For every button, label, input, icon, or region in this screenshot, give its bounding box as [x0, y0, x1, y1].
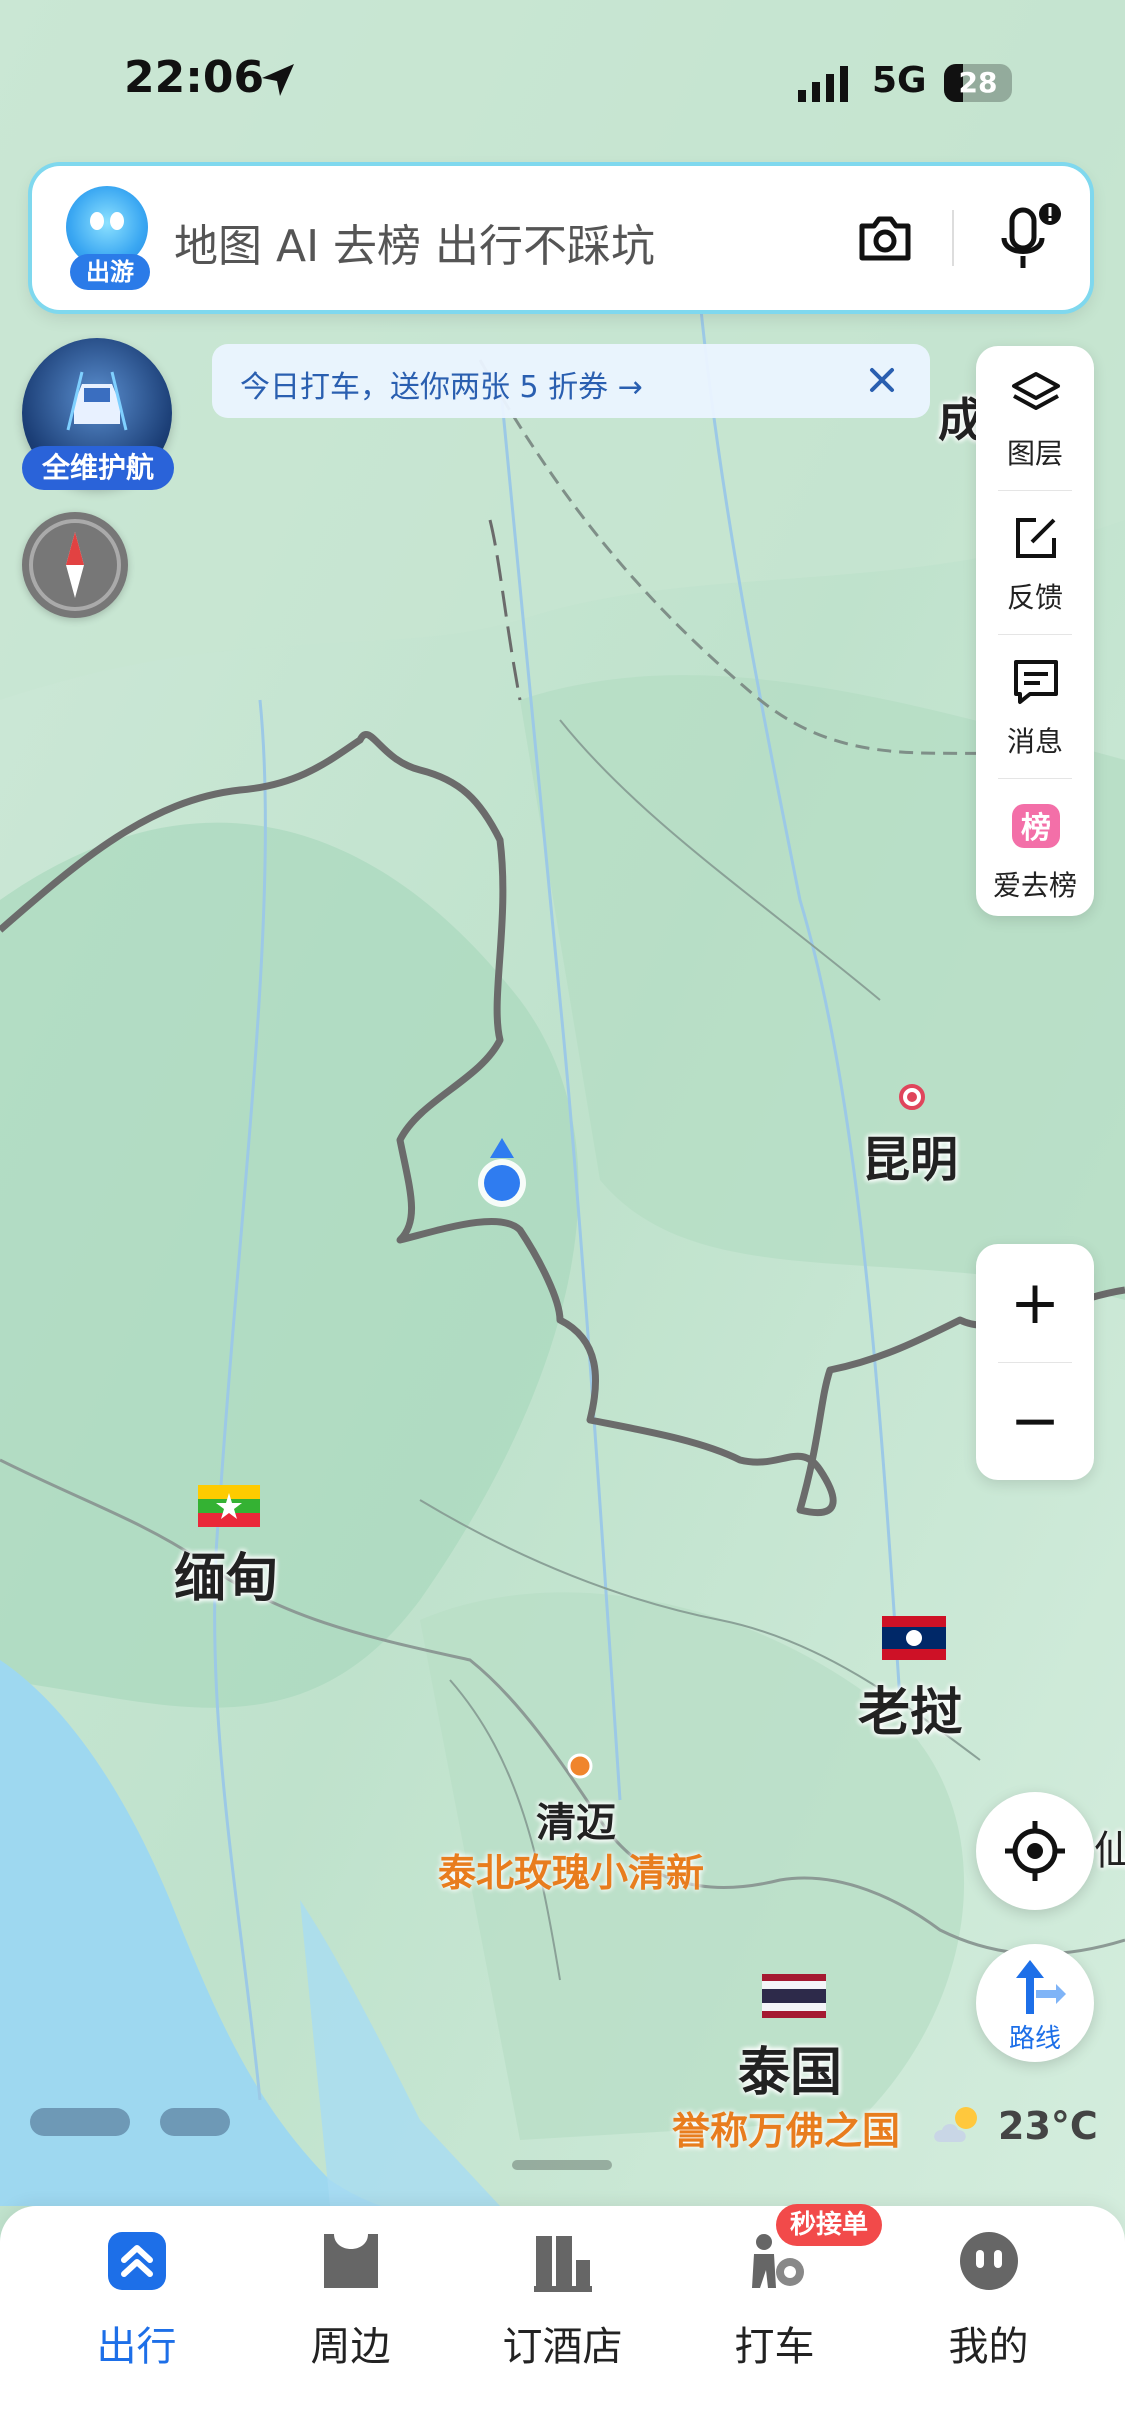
- battery-icon: 28: [944, 64, 1012, 102]
- thailand-flag: [762, 1974, 826, 2018]
- search-input[interactable]: 地图 AI 去榜 出行不踩坑: [174, 210, 655, 274]
- crosshair-icon: [1005, 1821, 1065, 1881]
- feedback-icon: [1016, 518, 1056, 558]
- locate-me-button[interactable]: [976, 1792, 1094, 1910]
- map-label-laos[interactable]: 老挝: [858, 1670, 962, 1745]
- tab-mine-label: 我的: [948, 2324, 1029, 2370]
- ranking-icon: 榜: [1012, 804, 1060, 848]
- map-label-chiangmai-tag[interactable]: 泰北玫瑰小清新: [438, 1842, 704, 1897]
- nearby-tab-icon: [324, 2234, 378, 2288]
- messages-label: 消息: [1006, 725, 1063, 758]
- map-tools-panel: 图层 反馈 消息 榜 爱去榜: [976, 346, 1094, 916]
- layers-label: 图层: [1006, 437, 1063, 470]
- svg-text:榜: 榜: [1021, 811, 1051, 846]
- bottom-tab-bar: 出行 周边 订酒店 打车 我的: [0, 2206, 1125, 2436]
- map-label-chiangmai[interactable]: 清迈: [536, 1790, 616, 1848]
- map-label-edge: 仙: [1094, 1828, 1125, 1874]
- myanmar-flag: [198, 1485, 260, 1527]
- tab-travel[interactable]: 出行: [24, 2206, 249, 2406]
- taxi-quick-badge: 秒接单: [776, 2204, 883, 2246]
- signal-icon: [798, 66, 848, 102]
- route-arrow-icon: [1016, 1960, 1066, 2014]
- promo-banner[interactable]: 今日打车，送你两张 5 折券 →: [212, 344, 930, 418]
- tab-travel-label: 出行: [96, 2324, 177, 2370]
- zoom-control: + −: [976, 1244, 1094, 1480]
- tab-mine[interactable]: 我的: [876, 2206, 1101, 2406]
- map-label-kunming[interactable]: 昆明: [862, 1120, 958, 1190]
- tab-nearby-label: 周边: [310, 2324, 391, 2370]
- route-label: 路线: [1008, 2024, 1061, 2054]
- travel-badge[interactable]: 出游: [70, 254, 150, 290]
- search-separator: [952, 210, 954, 266]
- partly-cloudy-icon: [934, 2107, 977, 2142]
- tab-nearby[interactable]: 周边: [238, 2206, 463, 2406]
- zoom-out-button[interactable]: −: [976, 1362, 1094, 1480]
- layers-icon: [1012, 372, 1060, 410]
- status-bar: 22:06 5G 28: [0, 0, 1125, 160]
- map-label-thailand[interactable]: 泰国: [738, 2030, 842, 2105]
- promo-text[interactable]: 今日打车，送你两张 5 折券 →: [240, 362, 643, 406]
- network-type: 5G: [872, 60, 927, 101]
- ranking-label: 爱去榜: [992, 869, 1077, 902]
- layers-button[interactable]: 图层: [976, 346, 1094, 486]
- microphone-icon[interactable]: [990, 200, 1068, 280]
- feedback-button[interactable]: 反馈: [976, 490, 1094, 630]
- compass-icon: [29, 519, 121, 611]
- tab-hotel[interactable]: 订酒店: [450, 2206, 675, 2406]
- weather-temp: 23°C: [998, 2104, 1098, 2148]
- camera-icon[interactable]: [854, 208, 916, 270]
- location-arrow-icon: [262, 64, 294, 96]
- weather-widget[interactable]: 23°C: [928, 2100, 1125, 2150]
- map-label-myanmar[interactable]: 缅甸: [174, 1536, 278, 1611]
- mascot-eye-left: [90, 212, 104, 230]
- message-icon: [1014, 660, 1058, 704]
- car-icon: [66, 371, 128, 431]
- ranking-button[interactable]: 榜 爱去榜: [976, 778, 1094, 918]
- tab-taxi-label: 打车: [734, 2324, 815, 2370]
- travel-tab-icon: [108, 2232, 166, 2290]
- map-label-thailand-tag[interactable]: 誉称万佛之国: [672, 2100, 900, 2155]
- zoom-in-button[interactable]: +: [976, 1244, 1094, 1362]
- hotel-tab-icon: [534, 2236, 592, 2292]
- status-time: 22:06: [124, 52, 265, 103]
- profile-tab-icon: [960, 2232, 1018, 2290]
- battery-level: 28: [958, 66, 998, 99]
- mascot-eye-right: [110, 212, 124, 230]
- feedback-label: 反馈: [1006, 581, 1063, 614]
- search-bar[interactable]: 出游 地图 AI 去榜 出行不踩坑: [32, 166, 1090, 310]
- route-button[interactable]: 路线: [976, 1944, 1094, 2062]
- car-protection-badge[interactable]: 全维护航: [22, 446, 174, 490]
- messages-button[interactable]: 消息: [976, 634, 1094, 774]
- laos-flag: [882, 1616, 946, 1660]
- tab-hotel-label: 订酒店: [502, 2324, 623, 2370]
- sheet-handle[interactable]: [512, 2160, 612, 2170]
- close-icon[interactable]: [862, 360, 902, 400]
- compass-button[interactable]: [22, 512, 128, 618]
